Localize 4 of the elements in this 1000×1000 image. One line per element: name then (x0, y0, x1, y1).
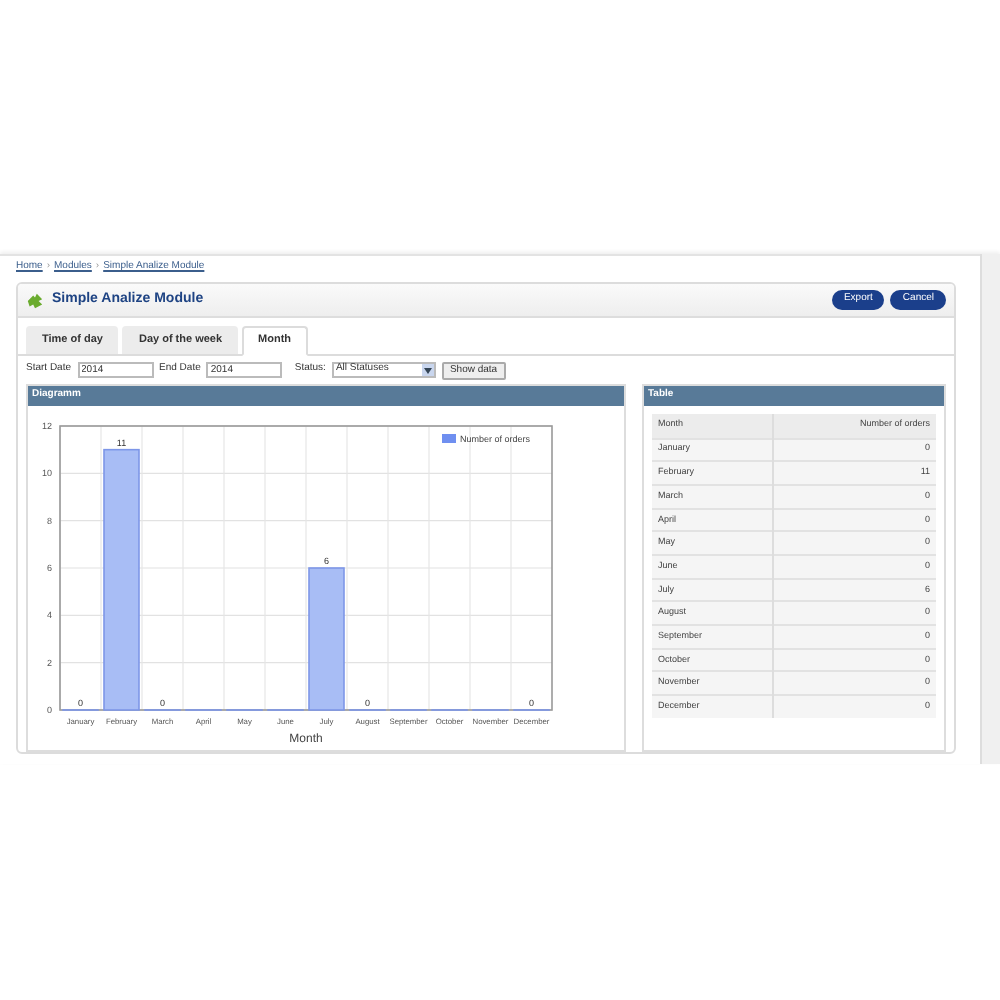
legend-swatch (442, 434, 456, 443)
puzzle-icon (26, 291, 44, 309)
scrollbar[interactable] (980, 254, 1000, 764)
caret-icon (423, 367, 432, 373)
